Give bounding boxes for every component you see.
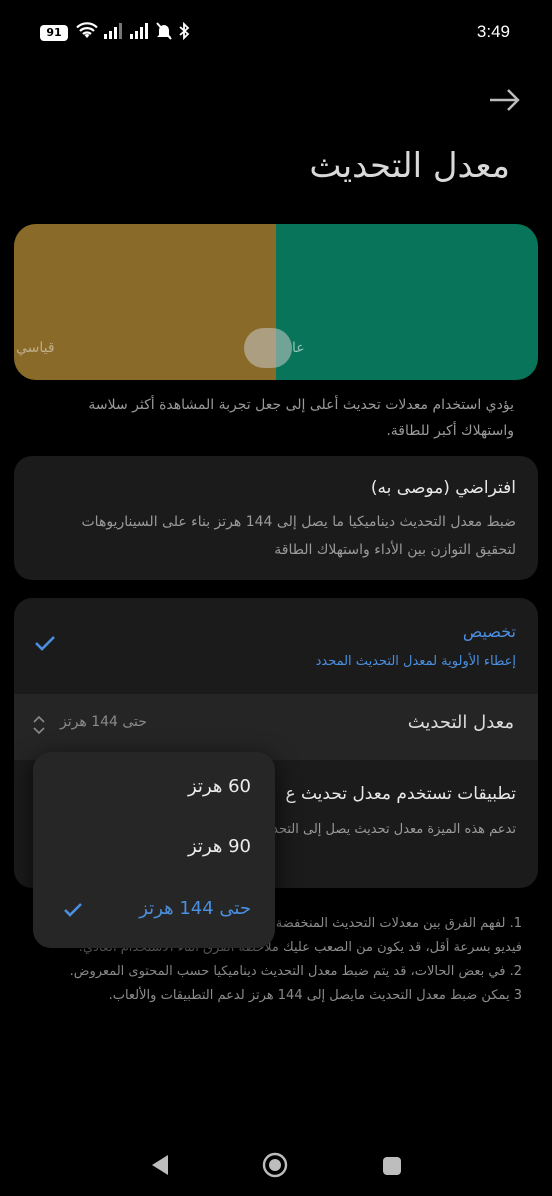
nav-back-icon[interactable] — [150, 1153, 170, 1177]
arrow-right-icon — [490, 89, 520, 111]
default-option-description: ضبط معدل التحديث ديناميكيا ما يصل إلى 14… — [81, 514, 517, 558]
status-bar: 91 3:49 — [0, 0, 552, 68]
dropdown-option-144[interactable]: حتى 144 هرتز — [33, 880, 275, 940]
refresh-rate-selector[interactable]: معدل التحديث حتى 144 هرتز — [14, 694, 538, 760]
bluetooth-icon — [179, 22, 190, 40]
default-option-card[interactable]: افتراضي (موصى به) ضبط معدل التحديث دينام… — [14, 456, 538, 580]
dropdown-option-60[interactable]: 60 هرتز — [33, 758, 275, 818]
dropdown-option-label: حتى 144 هرتز — [139, 898, 251, 919]
signal-icon — [104, 23, 122, 39]
mute-bell-icon — [156, 22, 172, 40]
battery-indicator: 91 — [40, 25, 68, 41]
wifi-icon — [76, 22, 98, 38]
nav-home-icon[interactable] — [262, 1152, 288, 1178]
refresh-rate-preview[interactable]: قياسي عا — [14, 224, 538, 380]
chevron-up-down-icon — [33, 715, 45, 735]
clock: 3:49 — [476, 22, 510, 41]
preview-high-label: عا — [292, 340, 305, 356]
page-title: معدل التحديث — [309, 146, 510, 186]
preview-high-half — [276, 224, 538, 380]
dropdown-option-label: 90 هرتز — [188, 836, 251, 857]
dropdown-option-label: 60 هرتز — [188, 776, 251, 797]
dropdown-option-90[interactable]: 90 هرتز — [33, 818, 275, 878]
check-icon — [35, 636, 55, 651]
refresh-rate-description: يؤدي استخدام معدلات تحديث أعلى إلى جعل ت… — [88, 397, 514, 439]
note-item: 3 يمكن ضبط معدل التحديث مايصل إلى 144 هر… — [108, 988, 522, 1003]
default-option-title: افتراضي (موصى به) — [370, 478, 516, 498]
custom-option-title: تخصيص — [462, 622, 516, 641]
preview-standard-label: قياسي — [16, 340, 55, 356]
apps-high-refresh-title: تطبيقات تستخدم معدل تحديث ع — [285, 784, 516, 804]
status-icons — [76, 22, 190, 40]
refresh-rate-label: معدل التحديث — [407, 712, 514, 733]
refresh-rate-dropdown: 60 هرتز 90 هرتز حتى 144 هرتز — [33, 752, 275, 948]
check-icon — [64, 903, 82, 917]
back-button[interactable] — [484, 84, 524, 116]
signal-icon-2 — [130, 23, 148, 39]
refresh-rate-value: حتى 144 هرتز — [60, 714, 147, 730]
preview-slider-handle[interactable] — [244, 328, 292, 368]
custom-option-description: إعطاء الأولوية لمعدل التحديث المحدد — [315, 654, 516, 669]
note-item: 2. في بعض الحالات، قد يتم ضبط معدل التحد… — [69, 964, 522, 979]
preview-standard-half — [14, 224, 276, 380]
nav-recents-icon[interactable] — [382, 1156, 402, 1176]
